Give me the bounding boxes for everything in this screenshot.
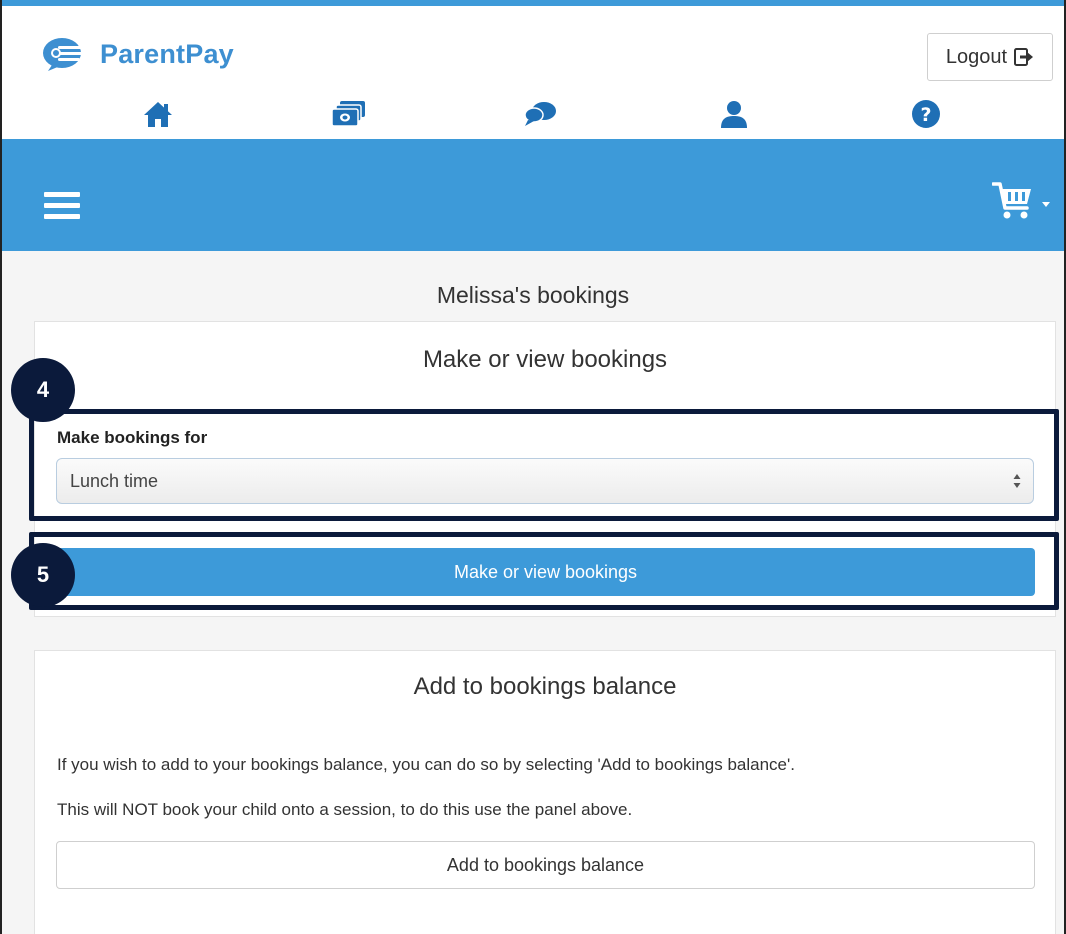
logout-button[interactable]: Logout — [927, 33, 1053, 81]
step-5-badge: 5 — [11, 543, 75, 607]
nav-profile[interactable] — [714, 96, 754, 132]
callout-highlight-button — [29, 532, 1059, 610]
payments-icon — [331, 101, 365, 127]
messages-icon — [524, 102, 556, 126]
main-toolbar — [2, 139, 1064, 251]
nav-messages[interactable] — [520, 96, 560, 132]
logout-icon — [1014, 48, 1034, 66]
nav-help[interactable]: ? — [906, 96, 946, 132]
add-balance-heading: Add to bookings balance — [413, 673, 677, 700]
step-4-badge: 4 — [11, 358, 75, 422]
callout-highlight-select — [29, 409, 1059, 521]
home-icon — [144, 102, 172, 127]
profile-icon — [721, 101, 747, 128]
add-balance-panel: Add to bookings balance If you wish to a… — [34, 650, 1056, 934]
parentpay-logo[interactable]: ParentPay — [42, 34, 234, 74]
parentpay-logo-icon — [43, 38, 86, 71]
nav-home[interactable] — [138, 96, 178, 132]
chevron-down-icon — [1042, 202, 1050, 207]
app-frame: ParentPay Logout ? Melissa's bookings Ma… — [0, 0, 1066, 934]
nav-payments[interactable] — [329, 96, 369, 132]
page-title: Melissa's bookings — [436, 282, 630, 308]
logout-label: Logout — [945, 45, 1008, 68]
cart-icon — [992, 182, 1031, 219]
hamburger-menu-icon[interactable] — [44, 192, 80, 222]
logo-text: ParentPay — [100, 38, 234, 69]
site-header: ParentPay Logout ? — [2, 6, 1064, 139]
svg-text:?: ? — [920, 104, 931, 126]
add-balance-info-text: If you wish to add to your bookings bala… — [57, 755, 795, 774]
help-icon: ? — [912, 100, 940, 128]
cart-dropdown[interactable] — [992, 181, 1052, 221]
make-bookings-heading: Make or view bookings — [422, 346, 668, 373]
add-balance-warning-text: This will NOT book your child onto a ses… — [57, 800, 633, 819]
add-to-bookings-balance-button[interactable]: Add to bookings balance — [56, 841, 1035, 889]
